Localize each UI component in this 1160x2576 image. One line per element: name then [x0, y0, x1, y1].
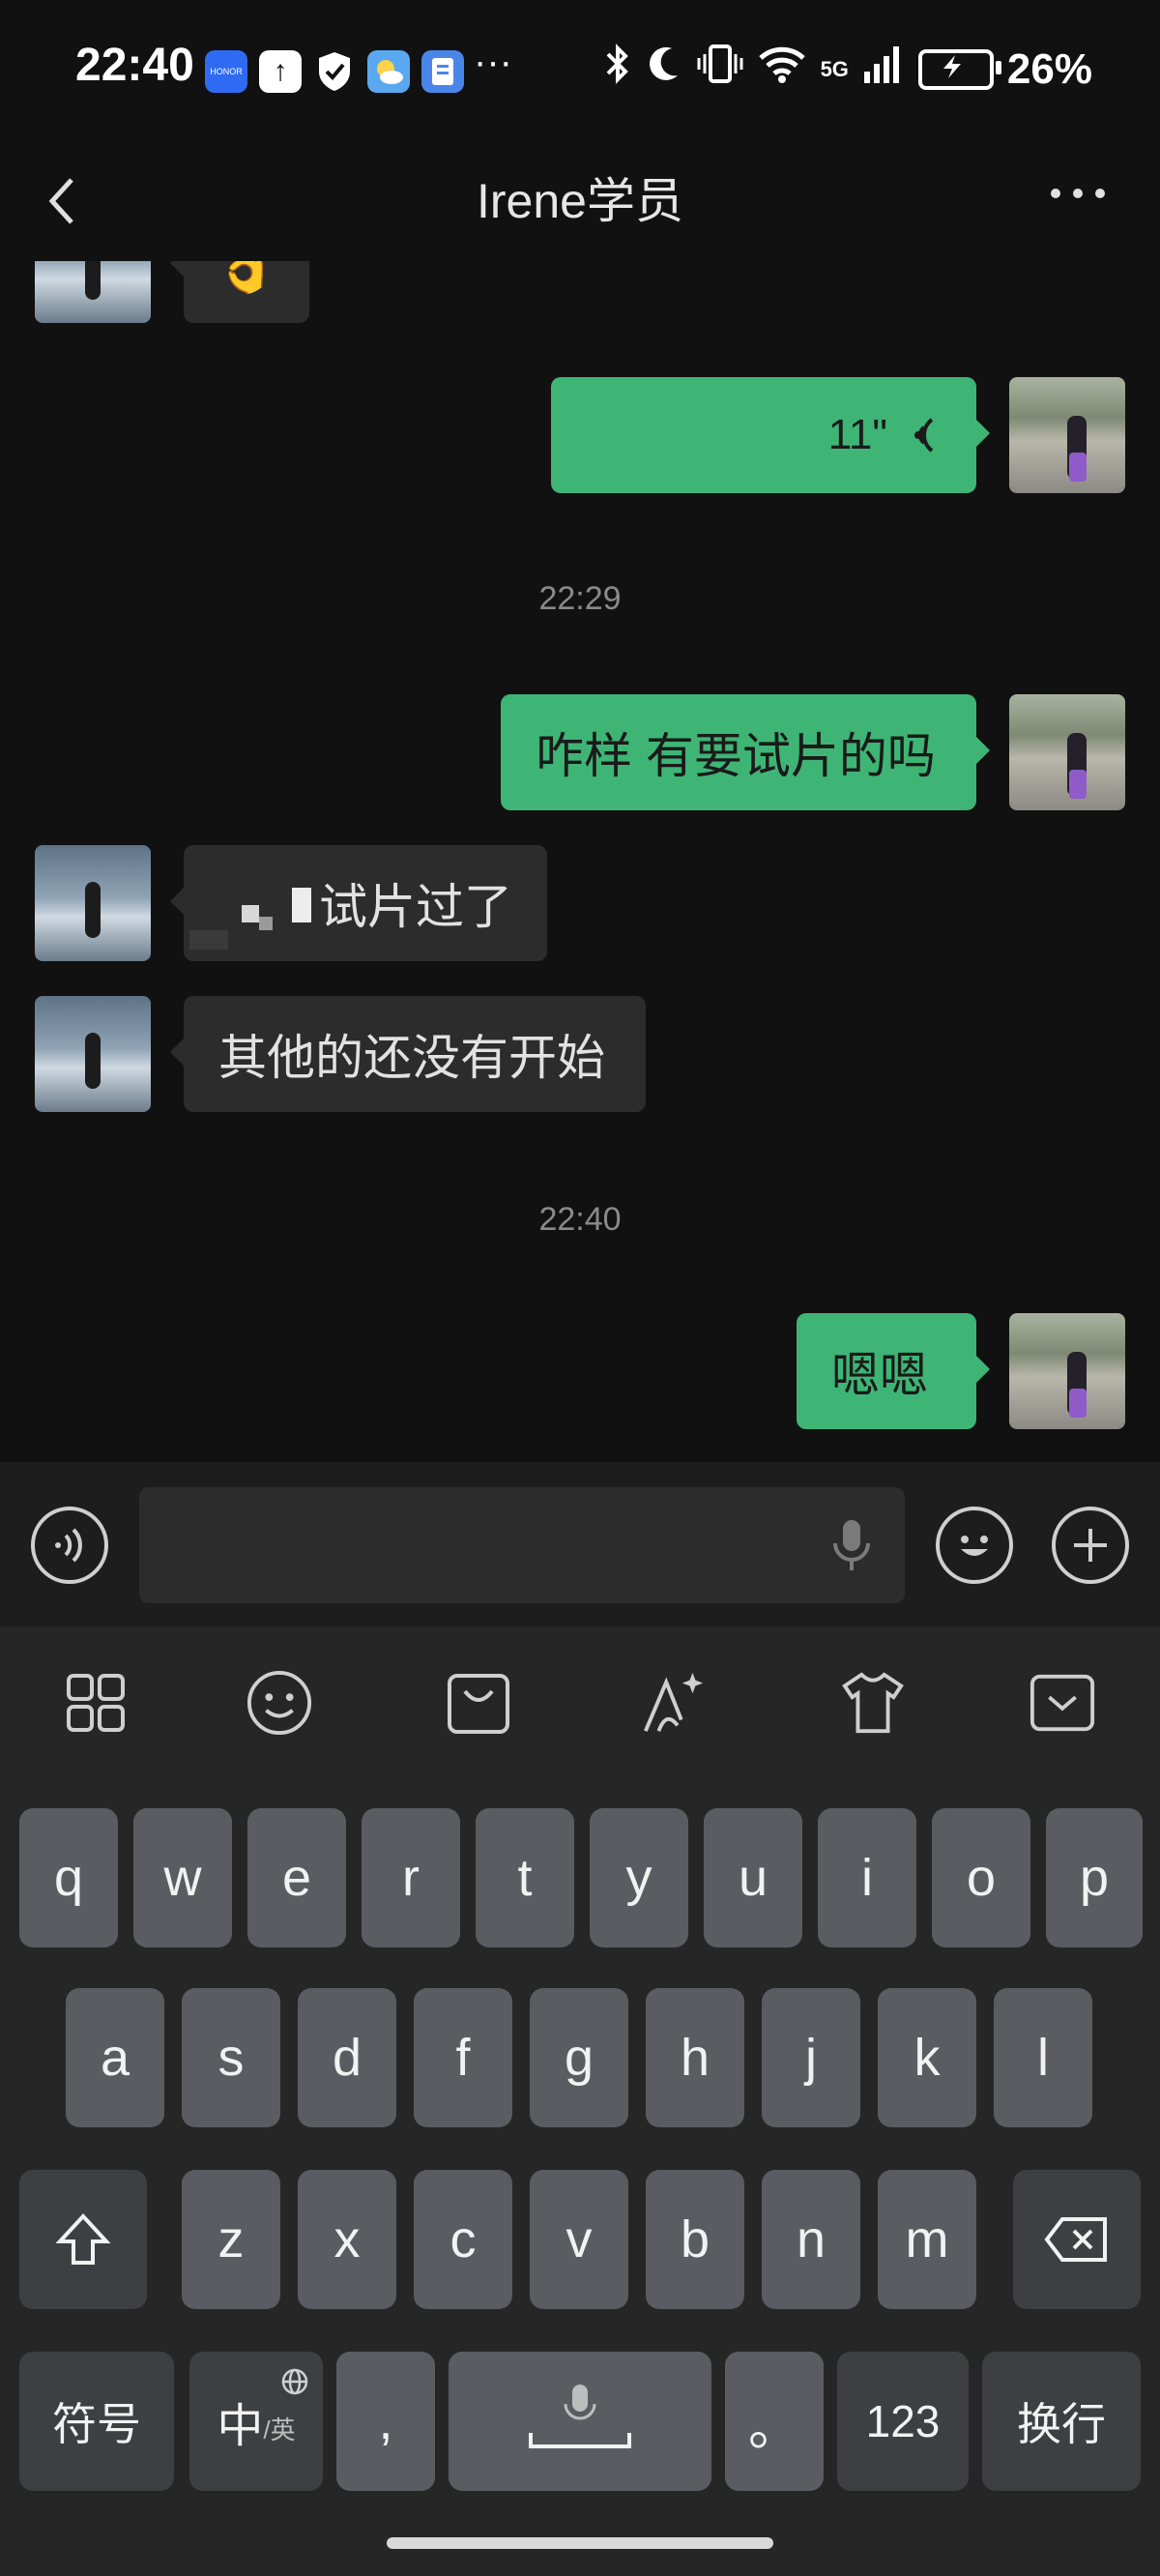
status-time: 22:40	[75, 40, 194, 91]
mosaic-overlay	[189, 888, 319, 950]
enter-key[interactable]: 换行	[982, 2352, 1141, 2491]
period-key[interactable]: 。	[725, 2352, 824, 2491]
status-app-icons: HONOR ↑	[205, 50, 464, 93]
more-dots-icon	[1051, 189, 1105, 198]
key-s[interactable]: s	[182, 1988, 280, 2127]
message-bubble-outgoing[interactable]: 咋样 有要试片的吗	[501, 694, 990, 810]
key-f[interactable]: f	[414, 1988, 512, 2127]
chat-area[interactable]: 👌 11" 22:29 咋样 有要试片的吗 试片过了 其他的还没有开始 22:4…	[0, 261, 1160, 1462]
battery-icon	[917, 48, 1001, 90]
key-v[interactable]: v	[530, 2170, 628, 2309]
symbols-key[interactable]: 符号	[19, 2352, 174, 2491]
contact-avatar[interactable]	[35, 845, 151, 961]
keyboard-ai-write-icon[interactable]	[640, 1669, 708, 1737]
shield-icon	[313, 50, 356, 93]
message-bubble-incoming[interactable]: 👌	[170, 261, 309, 323]
key-d[interactable]: d	[298, 1988, 396, 2127]
key-e[interactable]: e	[247, 1808, 346, 1947]
key-k[interactable]: k	[878, 1988, 976, 2127]
backspace-key[interactable]	[1013, 2170, 1141, 2309]
moon-icon	[645, 43, 683, 96]
plus-icon	[1074, 1529, 1107, 1562]
key-t[interactable]: t	[476, 1808, 574, 1947]
key-z[interactable]: z	[182, 2170, 280, 2309]
keyboard-emoji-icon[interactable]	[246, 1669, 313, 1737]
my-avatar[interactable]	[1009, 377, 1125, 493]
key-w[interactable]: w	[133, 1808, 232, 1947]
message-bubble-incoming[interactable]: 试片过了	[170, 845, 547, 961]
shift-key[interactable]	[19, 2170, 147, 2309]
more-options-button[interactable]	[1044, 164, 1112, 222]
message-text-field[interactable]	[139, 1487, 905, 1603]
language-main-label: 中	[217, 2401, 264, 2452]
key-c[interactable]: c	[414, 2170, 512, 2309]
weather-icon	[367, 50, 410, 93]
my-avatar[interactable]	[1009, 1313, 1125, 1429]
my-avatar[interactable]	[1009, 694, 1125, 810]
status-more: ···	[474, 41, 512, 83]
language-sub-label: /英	[263, 2415, 296, 2444]
key-g[interactable]: g	[530, 1988, 628, 2127]
home-indicator[interactable]	[387, 2537, 773, 2549]
keyboard-skin-icon[interactable]	[839, 1669, 907, 1737]
voice-wave-icon	[914, 418, 934, 453]
key-n[interactable]: n	[762, 2170, 860, 2309]
honor-app-icon: HONOR	[205, 50, 247, 93]
space-key[interactable]	[449, 2352, 711, 2491]
upload-icon: ↑	[259, 50, 302, 93]
smiley-icon	[961, 1536, 988, 1556]
battery-percent: 26%	[1006, 44, 1092, 93]
voice-message-bubble[interactable]: 11"	[551, 377, 990, 493]
globe-icon	[281, 2368, 308, 2395]
message-timestamp: 22:29	[538, 580, 622, 617]
vibrate-icon	[697, 43, 743, 96]
key-h[interactable]: h	[646, 1988, 744, 2127]
memo-icon	[421, 50, 464, 93]
key-x[interactable]: x	[298, 2170, 396, 2309]
key-p[interactable]: p	[1046, 1808, 1143, 1947]
key-l[interactable]: l	[994, 1988, 1092, 2127]
emoji-button[interactable]	[936, 1507, 1013, 1584]
contact-avatar[interactable]	[35, 261, 151, 323]
bluetooth-icon	[604, 43, 631, 96]
contact-avatar[interactable]	[35, 996, 151, 1112]
voice-duration: 11"	[827, 411, 887, 458]
keyboard-hide-icon[interactable]	[1029, 1669, 1096, 1737]
signal-icon	[862, 43, 905, 96]
key-q[interactable]: q	[19, 1808, 118, 1947]
message-timestamp: 22:40	[538, 1201, 622, 1238]
message-bubble-outgoing[interactable]: 嗯嗯	[797, 1313, 990, 1429]
backspace-icon	[1044, 2217, 1107, 2262]
status-indicators: 5G 26%	[604, 43, 1092, 96]
numbers-key[interactable]: 123	[837, 2352, 969, 2491]
key-y[interactable]: y	[590, 1808, 688, 1947]
keyboard-apps-icon[interactable]	[62, 1669, 130, 1737]
space-mic-icon	[529, 2385, 631, 2448]
voice-input-button[interactable]	[31, 1507, 108, 1584]
shift-arrow-icon	[55, 2213, 111, 2265]
status-bar: 22:40 HONOR ↑ ··· 5G 26%	[0, 0, 1160, 145]
key-j[interactable]: j	[762, 1988, 860, 2127]
key-m[interactable]: m	[878, 2170, 976, 2309]
key-u[interactable]: u	[704, 1808, 802, 1947]
dictation-mic-icon[interactable]	[827, 1516, 876, 1574]
chat-title: Irene学员	[477, 174, 683, 228]
key-a[interactable]: a	[66, 1988, 164, 2127]
key-i[interactable]: i	[818, 1808, 916, 1947]
voice-mode-icon	[55, 1528, 82, 1563]
network-type: 5G	[820, 56, 849, 81]
language-switch-key[interactable]: 中 /英	[189, 2352, 323, 2491]
keyboard-shopping-bag-icon[interactable]	[445, 1669, 512, 1737]
message-bubble-incoming[interactable]: 其他的还没有开始	[170, 996, 646, 1112]
key-r[interactable]: r	[362, 1808, 460, 1947]
key-o[interactable]: o	[932, 1808, 1030, 1947]
comma-key[interactable]: ,	[336, 2352, 435, 2491]
more-functions-button[interactable]	[1052, 1507, 1129, 1584]
key-b[interactable]: b	[646, 2170, 744, 2309]
wifi-icon	[757, 43, 807, 96]
honor-app-label: HONOR	[210, 67, 243, 76]
